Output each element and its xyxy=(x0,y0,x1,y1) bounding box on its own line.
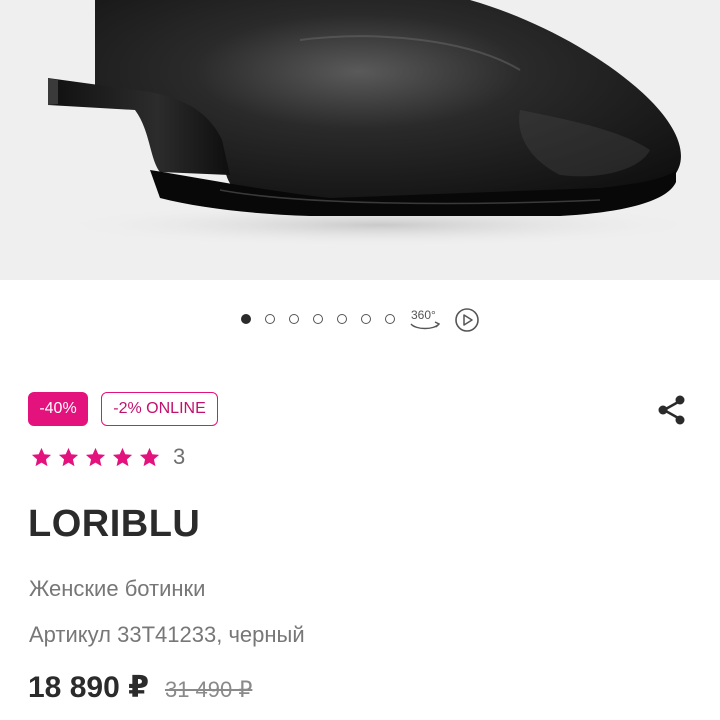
carousel-dot[interactable] xyxy=(337,314,347,324)
360-view-icon[interactable]: 360° xyxy=(408,306,442,334)
share-icon xyxy=(658,395,685,425)
product-article: Артикул 33T41233, черный xyxy=(29,622,305,647)
image-carousel-indicators: 360° xyxy=(0,300,720,340)
share-button[interactable] xyxy=(652,390,692,430)
boot-illustration xyxy=(48,0,710,247)
star-icon xyxy=(112,447,133,466)
360-view-label: 360° xyxy=(411,308,436,322)
carousel-dot[interactable] xyxy=(385,314,395,324)
carousel-dot[interactable] xyxy=(361,314,371,324)
old-price: 31 490 ₽ xyxy=(164,677,253,702)
review-count[interactable]: 3 xyxy=(173,444,185,470)
carousel-dot[interactable] xyxy=(265,314,275,324)
play-video-icon[interactable] xyxy=(454,307,480,333)
carousel-dot[interactable] xyxy=(241,314,251,324)
online-discount-badge: -2% ONLINE xyxy=(101,392,218,426)
carousel-dot[interactable] xyxy=(289,314,299,324)
star-icon xyxy=(85,447,106,466)
star-icon xyxy=(139,447,160,466)
carousel-dot[interactable] xyxy=(313,314,323,324)
product-category: Женские ботинки xyxy=(29,576,206,601)
current-price: 18 890 ₽ xyxy=(28,671,149,704)
star-icon xyxy=(31,447,52,466)
price-row: 18 890 ₽ 31 490 ₽ xyxy=(28,670,252,705)
rating[interactable]: 3 xyxy=(30,444,185,470)
brand-name[interactable]: LORIBLU xyxy=(28,503,200,546)
product-image[interactable] xyxy=(0,0,720,280)
discount-badge: -40% xyxy=(28,392,88,426)
star-icon xyxy=(58,447,79,466)
